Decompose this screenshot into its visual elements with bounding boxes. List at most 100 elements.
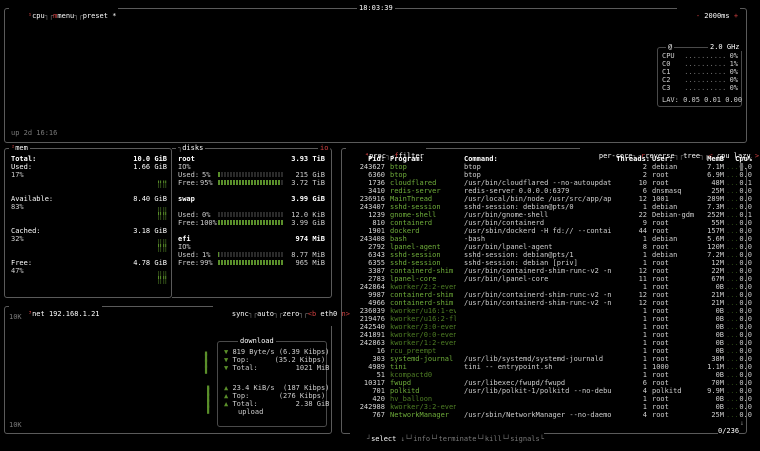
process-row[interactable]: 243408bash-bash1debian5.6M.....0.0 [342,235,752,243]
mem-title-bar[interactable]: ²mem [9,144,30,152]
header-command[interactable]: Command: [464,155,614,163]
process-row[interactable]: 16rcu_preempt1root0B.....0.0 [342,347,752,355]
disks-title[interactable]: disks [182,144,203,152]
scroll-down-icon[interactable]: ↓ [740,419,744,427]
process-row[interactable]: 236916 MainThread/usr/local/bin/node /usr… [342,195,752,203]
terminate-button[interactable]: terminate [439,435,477,443]
proc-mem: 25M [711,187,724,195]
header-program[interactable]: Program: [390,155,456,163]
process-row[interactable]: 6355 sshd-session sshd-session: debian [pr… [342,259,752,267]
proc-command: /usr/libexec/fwupd/fwupd [464,379,566,387]
header-threads[interactable]: Threads: [604,155,650,163]
process-row[interactable]: 51kcompactd01root0B.....0.0 [342,371,752,379]
info-button[interactable]: info [413,435,430,443]
proc-pid: 242863 [359,339,385,347]
process-row[interactable]: 242863kworker/1:2-even1root0B.....0.0 [342,339,752,347]
proc-cpu: 0.0 [739,395,752,403]
process-row[interactable]: 4989 tini tini -- entrypoint.sh 1 1000 1.1M..… [342,363,752,371]
process-row[interactable]: 4966 containerd-shim/usr/bin/containerd-s… [342,299,752,307]
process-row[interactable]: 241891kworker/0:0-even1root0B.....0.0 [342,331,752,339]
scroll-up-icon[interactable]: ↑ [740,155,744,163]
core-name: C1 [662,68,671,76]
cpu-title-bar: ¹cpu┐┌mmenu┐┌preset * [9,4,119,28]
proc-cpu: 0.0 [739,403,752,411]
io-toggle[interactable]: io [318,144,331,152]
proc-program: btop [390,171,407,179]
net-title[interactable]: net [32,310,45,318]
cpu-core-row: C2 .......... 0% [662,76,738,84]
iface-prev[interactable]: <b [308,310,316,318]
header-cpu[interactable]: Cpu% [722,155,752,163]
interval-minus[interactable]: - [696,12,700,20]
auto-toggle[interactable]: auto [257,310,274,318]
sort-next[interactable]: > [755,152,759,160]
proc-command: -bash [464,235,486,243]
proc-cpu: 0.0 [739,195,752,203]
proc-mem: 0B [715,323,724,331]
proc-cpu: 0.0 [739,275,752,283]
proc-pid: 767 [372,411,385,419]
interval-plus[interactable]: + [734,12,738,20]
header-pid[interactable]: Pid: [347,155,385,163]
disk-free-meter-fill [218,220,284,225]
process-row[interactable]: 219476kworker/u16:2-fl1root0B.....0.0 [342,315,752,323]
net-graph-upload: ▗ ▐ ▐ ▐ ▐ [205,382,210,414]
header-mem[interactable]: MemB [694,155,724,163]
process-row[interactable]: 810 containerd/usr/bin/containerd 9 root 55M… [342,219,752,227]
signals-button[interactable]: signals [510,435,540,443]
process-row[interactable]: 2783 lpanel-core/usr/bin/lpanel-core 11 roo… [342,275,752,283]
process-row[interactable]: 1901 dockerd/usr/sbin/dockerd -H fd:// --… [342,227,752,235]
disk-used-val: 12.0 KiB [291,211,325,219]
process-row[interactable]: 236039kworker/u16:1-ev1root0B.....0.0 [342,307,752,315]
process-row[interactable]: 9987 containerd-shim/usr/bin/containerd-s… [342,291,752,299]
process-row[interactable]: 1239 gnome-shell/usr/bin/gnome-shell 22 Deb… [342,211,752,219]
mem-title[interactable]: mem [15,144,28,152]
process-row[interactable]: 420hv_balloon1root0B.....0.0 [342,395,752,403]
process-row[interactable]: 2792 lpanel-agent/usr/bin/lpanel-agent 8 ro… [342,243,752,251]
process-row[interactable]: 3410 redis-server redis-server 0.0.0.0:637… [342,187,752,195]
process-row[interactable]: 701 polkitd/usr/lib/polkit-1/polkitd --no… [342,387,752,395]
proc-cpu: 0.0 [739,347,752,355]
core-meter: .......... [680,84,727,92]
interval-control[interactable]: - 2000ms + [677,4,741,28]
sync-toggle[interactable]: sync [232,310,249,318]
process-row[interactable]: 303 systemd-journal/usr/lib/systemd/syste… [342,355,752,363]
select-label[interactable]: select [371,435,396,443]
proc-pid: 4966 [368,299,385,307]
process-row[interactable]: 242540kworker/3:0-even1root0B.....0.0 [342,323,752,331]
process-row[interactable]: 3387 containerd-shim/usr/bin/containerd-s… [342,267,752,275]
menu-button[interactable]: menu [57,12,74,20]
proc-mem: 0B [715,307,724,315]
disks-title-bar[interactable]: ┐disks [176,144,206,152]
upload-top-row: ▲ Top: (276 Kibps) [224,392,326,400]
download-top-label: Top: [232,356,250,364]
mem-graph: ⣿⣿ ⣿⣿ [157,239,168,252]
upload-total-row: ▲ Total: 2.38 GiB [224,400,330,408]
process-row[interactable]: 243627btopbtop2debian7.1M.....0.0 [342,163,752,171]
cpu-title[interactable]: cpu [32,12,45,20]
proc-threads: 1 [642,315,647,323]
upload-rate-row: ▲ 23.4 KiB/s (187 Kibps) [224,384,330,392]
io-label[interactable]: io [320,144,328,152]
process-row[interactable]: 767 NetworkManager/usr/sbin/NetworkManage… [342,411,752,419]
header-user[interactable]: User: [652,155,696,163]
core-pct: 0% [729,52,738,60]
preset-button[interactable]: preset [83,12,108,20]
net-scale-top: 10K [9,313,22,321]
process-row[interactable]: 10317 fwupd/usr/libexec/fwupd/fwupd 6 root 7… [342,379,752,387]
process-row[interactable]: 1736 cloudflared/usr/bin/cloudflared --no… [342,179,752,187]
process-row[interactable]: 243407 sshd-session sshd-session: debian@p… [342,203,752,211]
proc-threads: 11 [638,275,647,283]
upload-top-label: Top: [232,392,250,400]
process-row[interactable]: 6360btopbtop2root6.9M.....0.0 [342,171,752,179]
disk-used-pct: 0% [202,211,211,219]
process-row[interactable]: 242864kworker/2:2-even1root0B.....0.0 [342,283,752,291]
proc-mem: 38M [711,355,724,363]
zero-toggle[interactable]: zero [282,310,299,318]
proc-user: root [652,323,669,331]
kill-button[interactable]: kill [485,435,502,443]
core-meter: .......... [680,76,727,84]
process-row[interactable]: 242988kworker/3:2-even1root0B.....0.0 [342,403,752,411]
proc-scrollbar[interactable] [740,163,743,171]
process-row[interactable]: 6343 sshd-session sshd-session: debian@pts… [342,251,752,259]
